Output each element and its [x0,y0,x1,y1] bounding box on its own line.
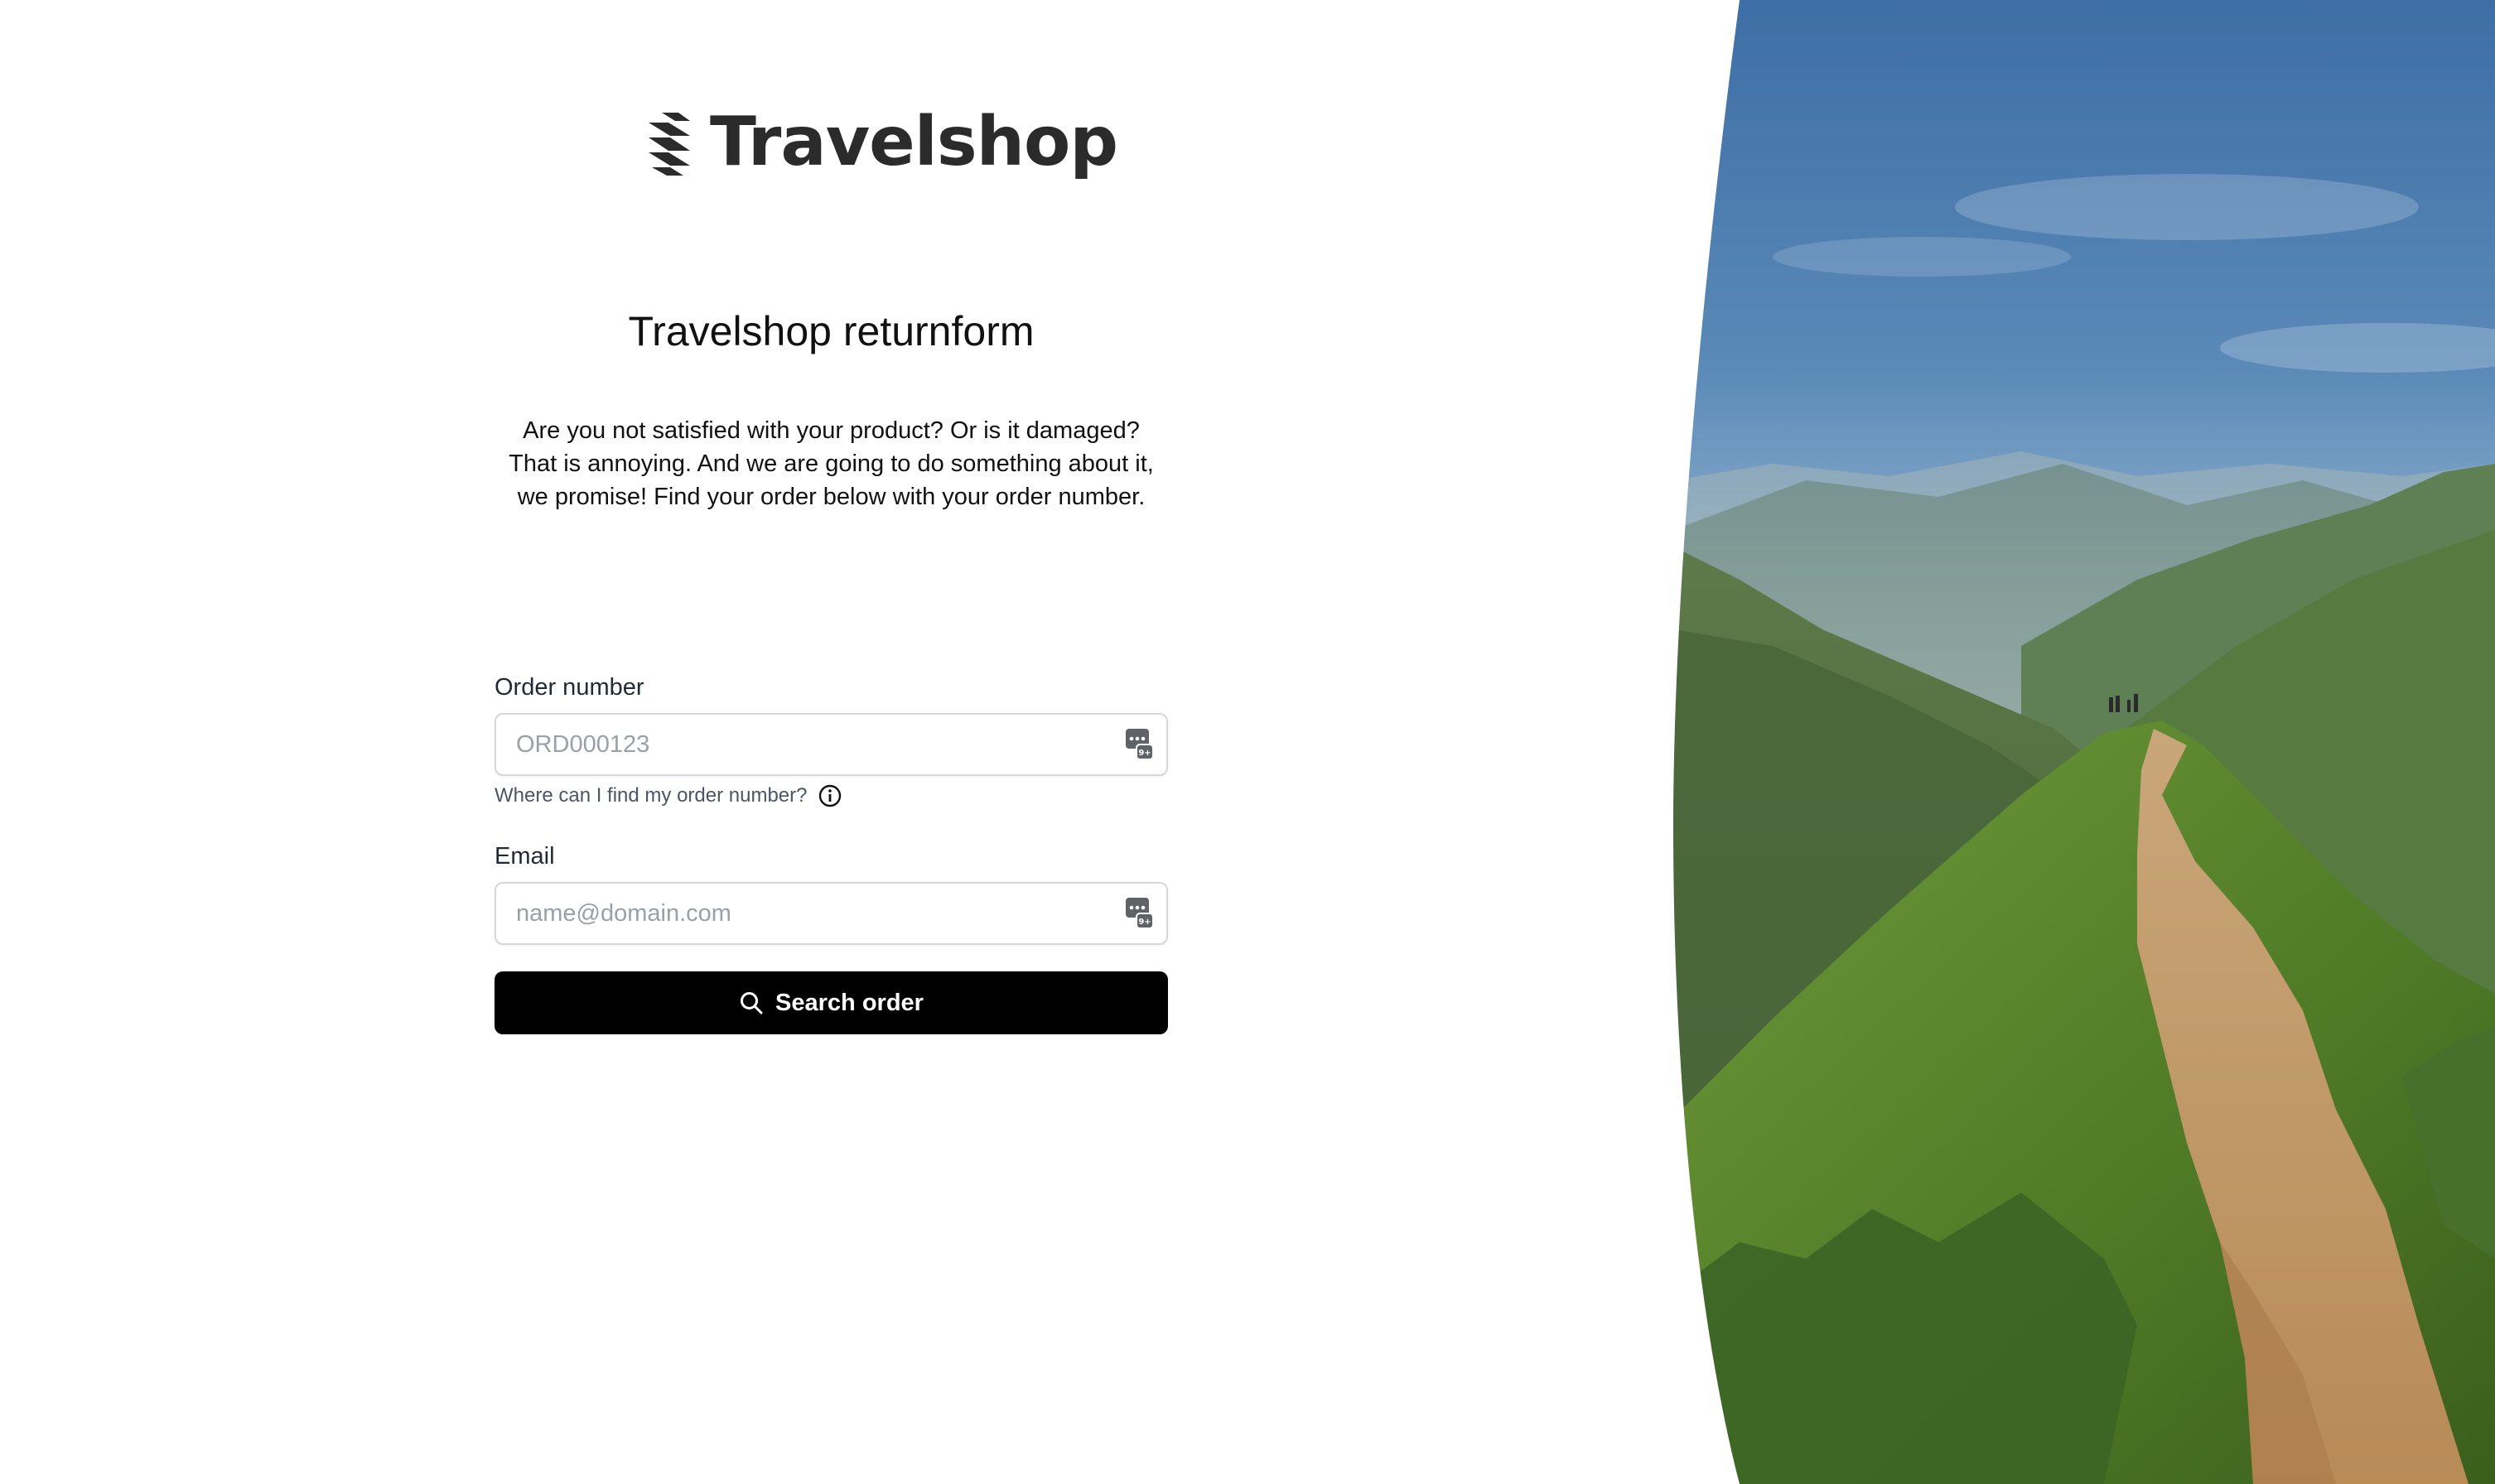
svg-text:9+: 9+ [1138,749,1151,758]
search-order-button[interactable]: Search order [495,971,1168,1034]
email-field-wrapper: 9+ [495,882,1168,945]
order-number-label: Order number [495,674,644,701]
order-number-input[interactable] [496,715,1125,774]
autofill-card-icon[interactable]: 9+ [1125,728,1155,761]
intro-line: Are you not satisfied with your product?… [523,417,1140,444]
intro-line: we promise! Find your order below with y… [517,484,1146,510]
svg-text:9+: 9+ [1138,918,1151,927]
search-order-label: Search order [775,989,924,1016]
intro-line: That is annoying. And we are going to do… [509,450,1154,477]
email-label: Email [495,843,555,870]
brand-name: Travelshop [710,103,1118,181]
order-number-help[interactable]: Where can I find my order number? [495,783,842,808]
order-number-field-wrapper: 9+ [495,713,1168,776]
intro-text: Are you not satisfied with your product?… [495,414,1168,513]
search-icon [741,992,763,1014]
email-input[interactable] [496,884,1125,943]
logo-stripes-icon [649,113,690,176]
return-form-page: Travelshop Travelshop returnform Are you… [0,0,2495,1484]
autofill-card-icon[interactable]: 9+ [1125,897,1155,930]
page-title: Travelshop returnform [628,308,1035,354]
order-number-help-text: Where can I find my order number? [495,784,808,807]
mountain-landscape-photo [1673,0,2495,1484]
info-icon[interactable] [818,783,842,808]
brand-logo: Travelshop [645,103,1118,182]
hero-illustration [1673,0,2495,1484]
